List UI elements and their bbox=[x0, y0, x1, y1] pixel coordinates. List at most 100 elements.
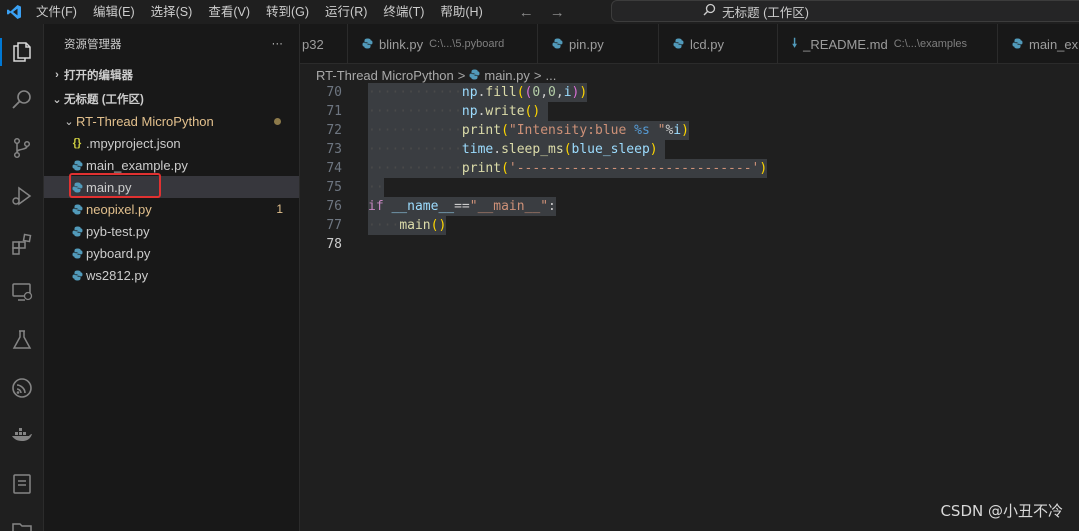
python-icon bbox=[552, 37, 563, 52]
open-editors-section[interactable]: › 打开的编辑器 bbox=[44, 64, 299, 86]
json-icon: {} bbox=[72, 137, 82, 149]
code-text: ············np.write() bbox=[368, 102, 549, 121]
notes-icon[interactable] bbox=[0, 464, 44, 504]
file-main-example-py[interactable]: main_example.py bbox=[44, 154, 299, 176]
file-pyb-test-py[interactable]: pyb-test.py bbox=[44, 220, 299, 242]
folder-rt-thread[interactable]: ⌄ RT-Thread MicroPython bbox=[44, 110, 299, 132]
rt-thread-icon[interactable] bbox=[0, 368, 44, 408]
code-text: if __name__=="__main__": bbox=[368, 197, 556, 216]
chevron-down-icon: ⌄ bbox=[64, 115, 74, 128]
code-line: 76 if __name__=="__main__": bbox=[300, 197, 1079, 216]
explorer-header: 资源管理器 ··· bbox=[44, 24, 299, 64]
menu-terminal[interactable]: 终端(T) bbox=[375, 0, 432, 24]
menu-file[interactable]: 文件(F) bbox=[28, 0, 85, 24]
file-neopixel-py[interactable]: neopixel.py 1 bbox=[44, 198, 299, 220]
run-debug-icon[interactable] bbox=[0, 176, 44, 216]
menu-bar: 文件(F) 编辑(E) 选择(S) 查看(V) 转到(G) 运行(R) 终端(T… bbox=[28, 0, 491, 24]
source-control-icon[interactable] bbox=[0, 128, 44, 168]
code-text: ·· bbox=[368, 178, 384, 197]
menu-help[interactable]: 帮助(H) bbox=[432, 0, 490, 24]
breadcrumb-file[interactable]: main.py bbox=[484, 68, 530, 83]
code-line: 75 ·· bbox=[300, 178, 1079, 197]
explorer-icon[interactable] bbox=[0, 32, 44, 72]
tab-esp32[interactable]: p32 bbox=[300, 24, 348, 63]
workspace-section[interactable]: ⌄ 无标题 (工作区) bbox=[44, 88, 299, 110]
python-icon bbox=[1012, 37, 1023, 52]
line-number: 72 bbox=[326, 123, 342, 138]
back-arrow-icon[interactable]: ← bbox=[519, 4, 534, 21]
menu-go[interactable]: 转到(G) bbox=[258, 0, 317, 24]
folder-icon[interactable] bbox=[0, 510, 44, 531]
python-icon bbox=[68, 182, 86, 193]
testing-icon[interactable] bbox=[0, 320, 44, 360]
tab-pin-py[interactable]: pin.py bbox=[538, 24, 659, 63]
command-center[interactable]: 无标题 (工作区) bbox=[611, 0, 1079, 22]
code-text: ············np.fill((0,0,i)) bbox=[368, 83, 588, 102]
menu-view[interactable]: 查看(V) bbox=[200, 0, 258, 24]
editor-tabs: p32 blink.py C:\...\5.pyboard pin.py lcd… bbox=[300, 24, 1079, 64]
more-actions-icon[interactable]: ··· bbox=[272, 38, 284, 50]
forward-arrow-icon[interactable]: → bbox=[550, 4, 565, 21]
menu-selection[interactable]: 选择(S) bbox=[143, 0, 201, 24]
code-line: 74 ············print('------------------… bbox=[300, 159, 1079, 178]
file-pyboard-py[interactable]: pyboard.py bbox=[44, 242, 299, 264]
file-main-py[interactable]: main.py bbox=[44, 176, 299, 198]
nav-arrows: ← → bbox=[519, 4, 565, 21]
command-center-label: 无标题 (工作区) bbox=[722, 5, 809, 20]
file-label: main.py bbox=[86, 179, 132, 195]
code-line: 70 ············np.fill((0,0,i)) bbox=[300, 83, 1079, 102]
tab-lcd-py[interactable]: lcd.py bbox=[659, 24, 778, 63]
python-icon bbox=[362, 37, 373, 52]
tab-path: C:\...\5.pyboard bbox=[429, 38, 505, 50]
remote-explorer-icon[interactable] bbox=[0, 272, 44, 312]
code-line: 77 ····main() bbox=[300, 216, 1079, 235]
chevron-down-icon: ⌄ bbox=[52, 93, 62, 106]
code-line: 78 bbox=[300, 235, 1079, 254]
tab-blink-py[interactable]: blink.py C:\...\5.pyboard bbox=[348, 24, 538, 63]
vscode-logo-icon bbox=[0, 0, 28, 24]
search-icon bbox=[703, 3, 716, 19]
explorer-title: 资源管理器 bbox=[64, 39, 122, 51]
file-label: ws2812.py bbox=[86, 267, 149, 283]
breadcrumb-more[interactable]: ... bbox=[545, 68, 556, 83]
markdown-icon: 🠗 bbox=[792, 35, 798, 50]
file-ws2812-py[interactable]: ws2812.py bbox=[44, 264, 299, 286]
file-label: pyboard.py bbox=[86, 245, 151, 261]
chevron-right-icon: › bbox=[55, 69, 59, 81]
file-label: neopixel.py bbox=[86, 201, 152, 217]
workspace-label: 无标题 (工作区) bbox=[64, 94, 144, 106]
folder-label: RT-Thread MicroPython bbox=[76, 113, 214, 129]
search-icon[interactable] bbox=[0, 80, 44, 120]
code-line: 71 ············np.write() bbox=[300, 102, 1079, 121]
tab-readme-md[interactable]: 🠗 _README.md C:\...\examples bbox=[778, 24, 998, 63]
python-icon bbox=[68, 226, 86, 237]
chevron-right-icon: > bbox=[457, 67, 466, 83]
file-label: .mpyproject.json bbox=[86, 135, 181, 151]
modified-dot bbox=[274, 117, 281, 125]
tab-main-example[interactable]: main_ex bbox=[998, 24, 1079, 63]
problem-count-badge: 1 bbox=[276, 202, 283, 216]
line-number: 74 bbox=[326, 161, 342, 176]
tab-label: main_ex bbox=[1029, 36, 1079, 52]
file-label: pyb-test.py bbox=[86, 223, 150, 239]
python-icon bbox=[68, 160, 86, 171]
tab-label: blink.py bbox=[379, 36, 424, 52]
breadcrumb-folder[interactable]: RT-Thread MicroPython bbox=[316, 68, 454, 83]
python-icon bbox=[469, 68, 480, 83]
watermark: CSDN @小丑不冷 bbox=[940, 502, 1063, 520]
python-icon bbox=[68, 248, 86, 259]
menu-edit[interactable]: 编辑(E) bbox=[85, 0, 143, 24]
docker-icon[interactable] bbox=[0, 416, 44, 456]
code-text: ············print("Intensity:blue %s "%i… bbox=[368, 121, 689, 140]
tab-path: C:\...\examples bbox=[893, 38, 968, 50]
code-text: ····main() bbox=[368, 216, 447, 235]
file-mpyproject-json[interactable]: {} .mpyproject.json bbox=[44, 132, 299, 154]
code-text: ············time.sleep_ms(blue_sleep) bbox=[368, 140, 666, 159]
line-number: 73 bbox=[326, 142, 342, 157]
explorer-sidebar: 资源管理器 ··· › 打开的编辑器 ⌄ 无标题 (工作区) ⌄ RT-Thre… bbox=[44, 24, 300, 531]
file-label: main_example.py bbox=[86, 157, 188, 173]
code-editor[interactable]: 70 ············np.fill((0,0,i)) 71 ·····… bbox=[300, 83, 1079, 531]
extensions-icon[interactable] bbox=[0, 224, 44, 264]
menu-run[interactable]: 运行(R) bbox=[317, 0, 375, 24]
chevron-right-icon: > bbox=[533, 67, 542, 83]
